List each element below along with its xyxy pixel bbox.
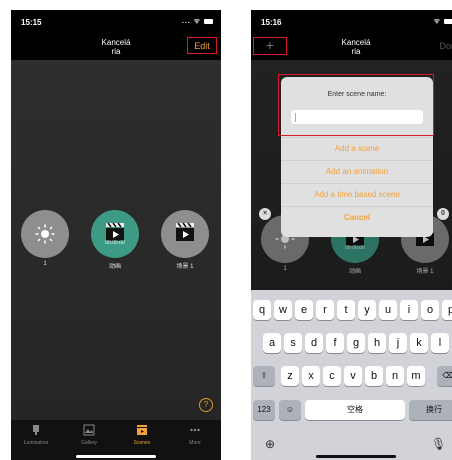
scene-item-scene1[interactable]: 场景 1 [161, 210, 209, 270]
key-t[interactable]: t [337, 300, 355, 320]
shift-key[interactable]: ⇧ [253, 366, 275, 386]
home-indicator [316, 455, 396, 458]
key-g[interactable]: g [347, 333, 365, 353]
lamp-icon [33, 425, 39, 435]
scene-circle[interactable]: 00:00:00 [91, 210, 139, 258]
delete-badge[interactable]: × [259, 208, 271, 220]
scene-duration: 00:00:00 [105, 240, 125, 246]
key-x[interactable]: x [302, 366, 320, 386]
key-v[interactable]: v [344, 366, 362, 386]
tab-scenes[interactable]: Scenes [122, 424, 162, 446]
key-a[interactable]: a [263, 333, 281, 353]
nav-bar: Kancelá ria Edit [11, 32, 221, 60]
edit-button[interactable]: Edit [187, 37, 217, 54]
phone-screen-add-scene: 15:16 ᯤ + Kancelá ria Done 1 [251, 10, 452, 460]
scene-label: 动画 [108, 264, 121, 270]
scene-area: 1 00:00:00 动画 场景 1 ? [11, 60, 221, 420]
key-s[interactable]: s [284, 333, 302, 353]
clapperboard-icon [137, 425, 147, 435]
key-q[interactable]: q [253, 300, 271, 320]
phone-screen-scenes: 15:15 ... ᯤ Kancelá ria Edit 1 00:00:00 … [11, 10, 221, 460]
key-w[interactable]: w [274, 300, 292, 320]
add-time-based-scene-option[interactable]: Add a time based scene [281, 183, 433, 206]
space-key[interactable]: 空格 [305, 400, 405, 420]
key-l[interactable]: l [431, 333, 449, 353]
done-button[interactable]: Done [439, 41, 452, 51]
key-b[interactable]: b [365, 366, 383, 386]
return-key[interactable]: 换行 [409, 400, 452, 420]
key-n[interactable]: n [386, 366, 404, 386]
battery-icon [444, 18, 452, 24]
tab-more[interactable]: More [175, 424, 215, 446]
battery-icon [204, 18, 213, 24]
gallery-icon [83, 424, 95, 436]
scene-item-1[interactable]: 1 [21, 210, 69, 267]
keyboard: qwertyuiop asdfghjkl zxcvbnm ⇧ ⌫ 123 ☺ 空… [251, 290, 452, 460]
backspace-key[interactable]: ⌫ [437, 366, 452, 386]
emoji-key[interactable]: ☺ [279, 400, 301, 420]
key-f[interactable]: f [326, 333, 344, 353]
key-c[interactable]: c [323, 366, 341, 386]
key-r[interactable]: r [316, 300, 334, 320]
home-indicator [76, 455, 156, 458]
tab-bar: Luminaires Gallery Scenes More [11, 420, 221, 460]
add-animation-option[interactable]: Add an animation [281, 160, 433, 183]
cancel-button[interactable]: Cancel [281, 206, 433, 229]
numbers-key[interactable]: 123 [253, 400, 275, 420]
scene-item-animation[interactable]: 00:00:00 动画 [91, 210, 139, 270]
status-bar: 15:15 ... ᯤ [11, 10, 221, 32]
key-h[interactable]: h [368, 333, 386, 353]
clapperboard-icon [176, 222, 194, 241]
scene-label: 1 [43, 261, 47, 267]
globe-icon[interactable]: ⊕ [265, 437, 275, 451]
count-badge: 0 [437, 208, 449, 220]
key-i[interactable]: i [400, 300, 418, 320]
add-scene-option[interactable]: Add a scene [281, 137, 433, 160]
key-u[interactable]: u [379, 300, 397, 320]
tab-luminaires[interactable]: Luminaires [16, 424, 56, 446]
page-title: Kancelá ria [341, 38, 371, 56]
key-d[interactable]: d [305, 333, 323, 353]
sun-icon [35, 224, 55, 244]
scene-circle[interactable] [161, 210, 209, 258]
scene-label: 场景 1 [176, 264, 194, 270]
key-y[interactable]: y [358, 300, 376, 320]
key-m[interactable]: m [407, 366, 425, 386]
key-o[interactable]: o [421, 300, 439, 320]
status-icons: ᯤ [434, 17, 452, 26]
key-p[interactable]: p [442, 300, 452, 320]
status-bar: 15:16 ᯤ [251, 10, 452, 32]
microphone-icon[interactable]: 🎙 [431, 437, 446, 451]
help-icon[interactable]: ? [199, 398, 213, 412]
nav-bar: + Kancelá ria Done [251, 32, 452, 60]
key-j[interactable]: j [389, 333, 407, 353]
status-icons: ... ᯤ [182, 17, 213, 26]
key-e[interactable]: e [295, 300, 313, 320]
key-k[interactable]: k [410, 333, 428, 353]
status-time: 15:16 [261, 18, 282, 27]
more-icon [190, 428, 200, 432]
tab-gallery[interactable]: Gallery [69, 424, 109, 446]
key-z[interactable]: z [281, 366, 299, 386]
highlight-box [278, 74, 434, 136]
scene-circle[interactable] [21, 210, 69, 258]
status-time: 15:15 [21, 18, 42, 27]
